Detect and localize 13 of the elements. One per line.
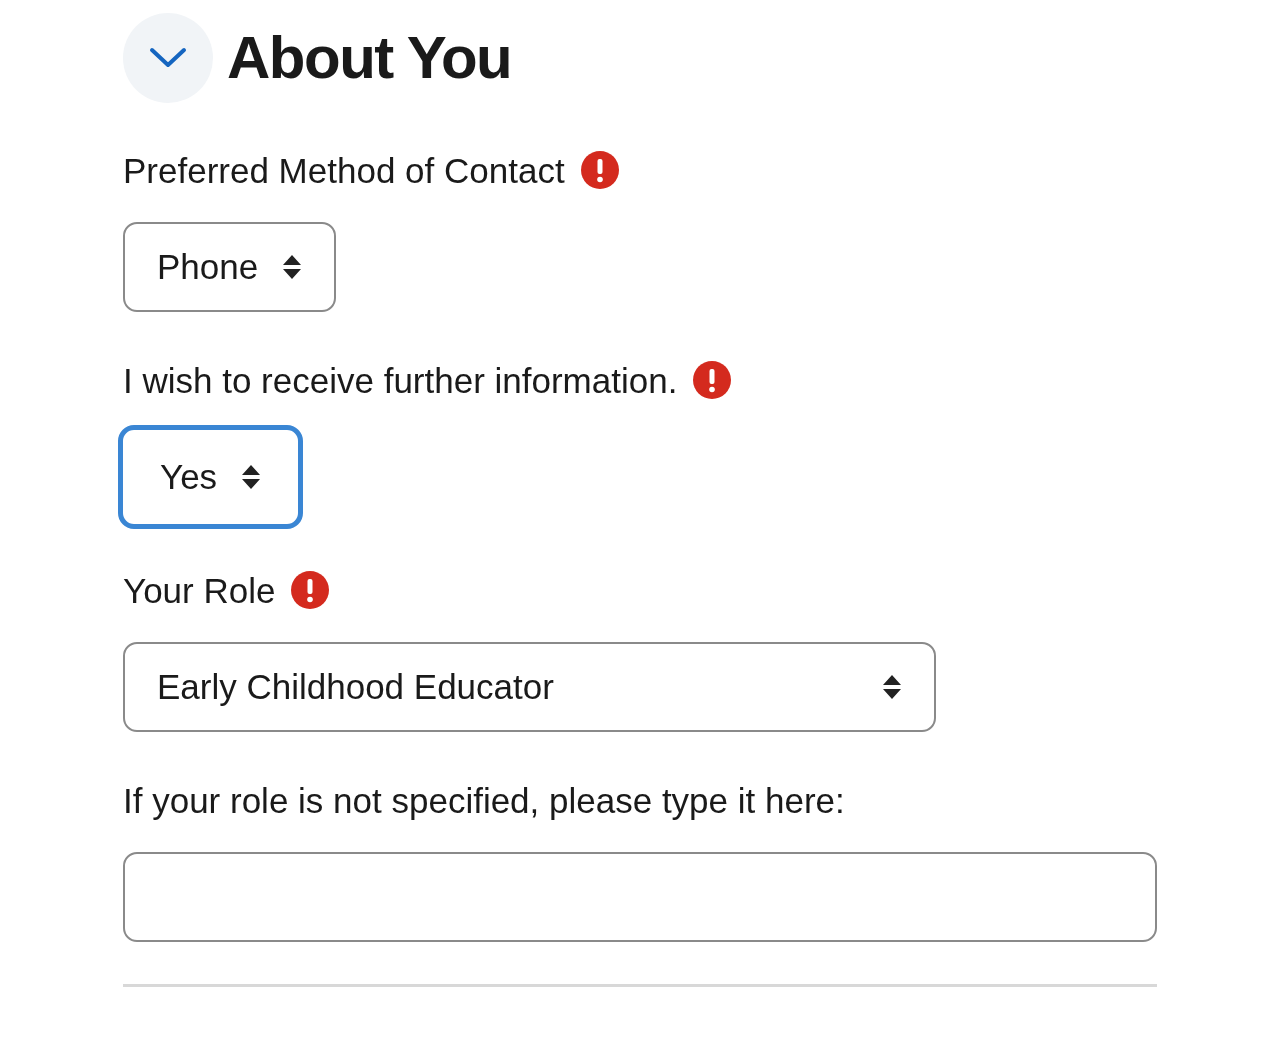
chevron-down-icon [149,46,187,70]
field-label: If your role is not specified, please type it here: [123,782,845,818]
dropdown-select[interactable]: Early Childhood Educator [123,642,936,732]
dropdown-select[interactable]: Yes [118,425,304,529]
section-title: About You [227,28,512,88]
field-label: Preferred Method of Contact [123,152,565,188]
sort-arrows-icon [282,254,303,280]
sort-arrows-icon [241,464,262,490]
text-input-field[interactable] [123,852,1157,942]
dropdown-select[interactable]: Phone [123,222,337,312]
field-label: Your Role [123,572,276,608]
sort-arrows-icon [882,674,902,700]
field-label: I wish to receive further information. [123,362,678,398]
